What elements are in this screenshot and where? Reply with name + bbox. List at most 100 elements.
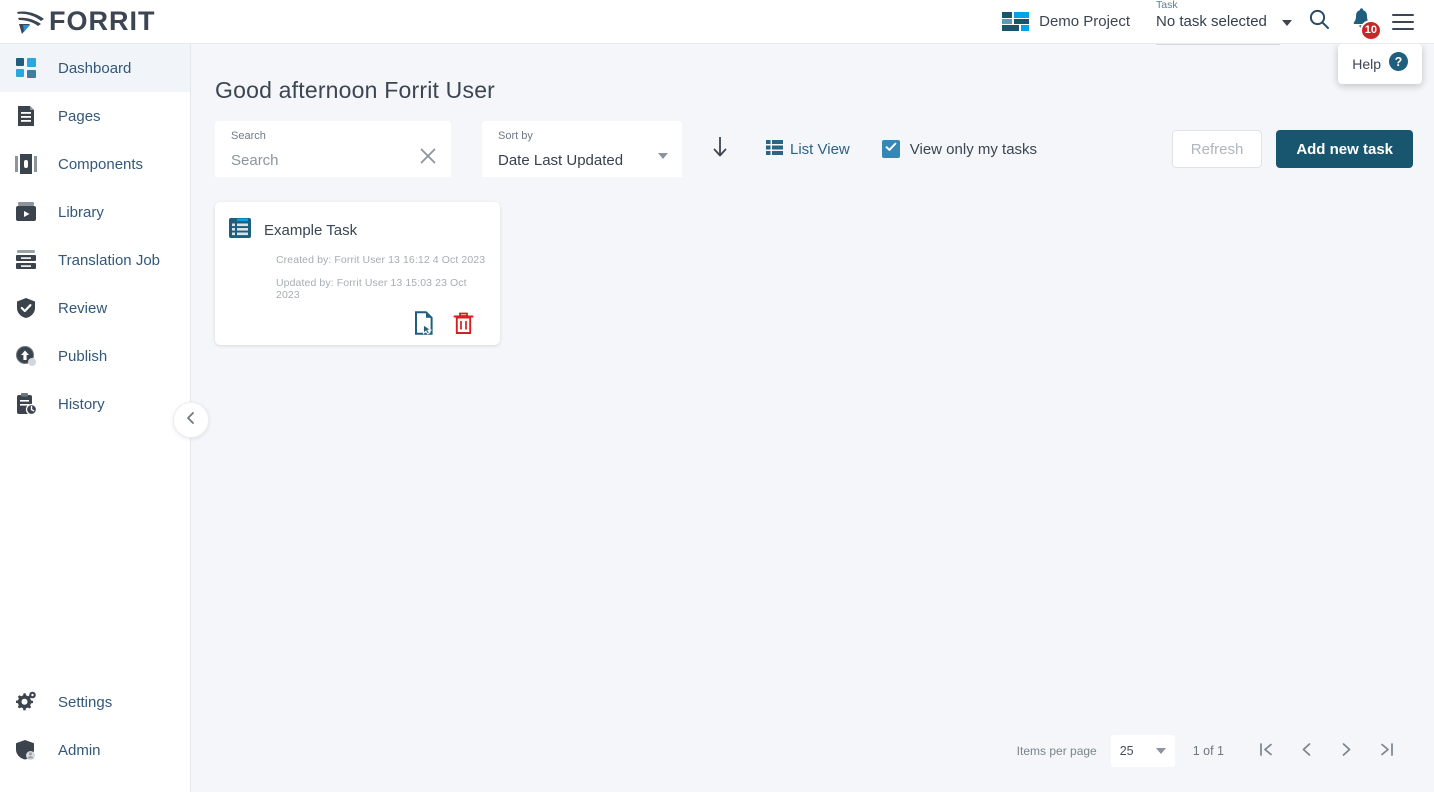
checkbox-box <box>882 140 900 158</box>
sidebar-item-translation-job[interactable]: Translation Job <box>0 236 190 284</box>
arrow-down-icon <box>710 134 730 165</box>
task-card-header: Example Task <box>229 218 486 243</box>
list-view-label: List View <box>790 141 850 158</box>
view-only-my-tasks-checkbox[interactable]: View only my tasks <box>882 140 1037 158</box>
sidebar-item-label: Dashboard <box>58 60 131 77</box>
sidebar-item-label: Publish <box>58 348 107 365</box>
brand-logo[interactable]: FORRIT <box>0 7 191 37</box>
sidebar-item-label: History <box>58 396 105 413</box>
page-range-label: 1 of 1 <box>1193 744 1224 758</box>
task-created-meta: Created by: Forrit User 13 16:12 4 Oct 2… <box>229 254 486 266</box>
task-selector-value: No task selected <box>1156 13 1267 30</box>
sidebar-item-admin[interactable]: Admin <box>0 726 190 774</box>
sidebar-item-settings[interactable]: Settings <box>0 678 190 726</box>
toolbar-right-actions: Refresh Add new task <box>1172 130 1434 168</box>
task-list-icon <box>229 218 251 243</box>
top-navigation-bar: FORRIT Demo Project Task <box>0 0 1434 44</box>
next-page-icon <box>1338 741 1355 761</box>
page-title: Good afternoon Forrit User <box>191 44 1434 104</box>
task-selector-underline <box>1156 44 1280 45</box>
chevron-down-icon <box>1156 748 1166 754</box>
project-grid-icon <box>1002 12 1029 31</box>
page-document-icon <box>14 104 38 128</box>
last-page-icon <box>1378 741 1395 761</box>
main-menu-button[interactable] <box>1386 5 1420 39</box>
main-content: Good afternoon Forrit User Search Search… <box>191 44 1434 792</box>
file-select-icon[interactable] <box>414 311 435 335</box>
last-page-button[interactable] <box>1366 734 1406 768</box>
notifications-button[interactable]: 10 <box>1344 5 1378 39</box>
svg-text:?: ? <box>1395 55 1403 69</box>
first-page-icon <box>1258 741 1275 761</box>
items-per-page-label: Items per page <box>1017 744 1097 758</box>
app-root: FORRIT Demo Project Task <box>0 0 1434 792</box>
sidebar-collapse-button[interactable] <box>173 402 209 438</box>
help-label: Help <box>1352 56 1381 72</box>
hamburger-menu-icon <box>1392 14 1414 30</box>
sidebar-item-label: Review <box>58 300 107 317</box>
sidebar-item-components[interactable]: Components <box>0 140 190 188</box>
chevron-down-icon <box>658 153 668 159</box>
list-view-toggle[interactable]: List View <box>766 140 850 159</box>
project-selector[interactable]: Demo Project <box>1002 12 1130 31</box>
pagination-controls: Items per page 25 1 of 1 <box>1017 734 1406 768</box>
checkbox-label: View only my tasks <box>910 141 1037 158</box>
next-page-button[interactable] <box>1326 734 1366 768</box>
project-name: Demo Project <box>1039 13 1130 30</box>
sidebar-item-review[interactable]: Review <box>0 284 190 332</box>
sidebar-item-label: Admin <box>58 742 101 759</box>
question-mark-icon: ? <box>1389 52 1408 76</box>
sidebar-item-label: Pages <box>58 108 101 125</box>
sidebar-item-label: Translation Job <box>58 252 160 269</box>
forrit-logo-icon <box>14 7 48 37</box>
brand-name: FORRIT <box>49 8 156 35</box>
translation-job-icon <box>14 248 38 272</box>
sidebar-bottom-nav: Settings Admin <box>0 678 190 792</box>
sort-by-value: Date Last Updated <box>498 152 623 169</box>
sidebar-item-label: Components <box>58 156 143 173</box>
search-button[interactable] <box>1302 5 1336 39</box>
search-input[interactable]: Search Search <box>215 121 451 177</box>
sidebar-item-label: Library <box>58 204 104 221</box>
first-page-button[interactable] <box>1246 734 1286 768</box>
sidebar-item-dashboard[interactable]: Dashboard <box>0 44 190 92</box>
sort-by-select[interactable]: Sort by Date Last Updated <box>482 121 682 177</box>
library-media-icon <box>14 200 38 224</box>
sort-by-label: Sort by <box>498 130 533 142</box>
prev-page-icon <box>1298 741 1315 761</box>
dashboard-toolbar: Search Search Sort by Date Last Updated <box>191 104 1434 176</box>
sidebar-item-history[interactable]: History <box>0 380 190 428</box>
checkmark-icon <box>885 140 897 158</box>
search-icon <box>1308 8 1330 35</box>
task-updated-meta: Updated by: Forrit User 13 15:03 23 Oct … <box>229 277 486 301</box>
trash-icon[interactable] <box>453 312 474 335</box>
history-clipboard-clock-icon <box>14 392 38 416</box>
refresh-button[interactable]: Refresh <box>1172 130 1263 168</box>
sidebar-item-pages[interactable]: Pages <box>0 92 190 140</box>
admin-shield-user-icon <box>14 738 38 762</box>
list-view-icon <box>766 140 783 159</box>
add-new-task-button[interactable]: Add new task <box>1276 130 1413 168</box>
task-card-list: Example Task Created by: Forrit User 13 … <box>191 176 1434 345</box>
search-input-placeholder: Search <box>231 152 279 169</box>
task-title: Example Task <box>264 222 357 239</box>
components-icon <box>14 152 38 176</box>
topbar-actions: Demo Project Task No task selected <box>1002 0 1434 44</box>
sidebar-item-label: Settings <box>58 694 112 711</box>
items-per-page-select[interactable]: 25 <box>1111 735 1175 767</box>
prev-page-button[interactable] <box>1286 734 1326 768</box>
sidebar: Dashboard Pages <box>0 44 191 792</box>
task-selector[interactable]: Task No task selected <box>1156 13 1276 31</box>
close-x-icon[interactable] <box>419 147 437 165</box>
task-card[interactable]: Example Task Created by: Forrit User 13 … <box>215 202 500 345</box>
publish-upload-icon <box>14 344 38 368</box>
shield-check-icon <box>14 296 38 320</box>
sort-direction-button[interactable] <box>710 134 730 165</box>
task-card-actions <box>229 311 486 335</box>
task-selector-label: Task <box>1156 0 1178 11</box>
help-popover[interactable]: Help ? <box>1338 44 1422 84</box>
sidebar-item-library[interactable]: Library <box>0 188 190 236</box>
gear-icon <box>14 690 38 714</box>
search-input-label: Search <box>231 130 266 142</box>
sidebar-item-publish[interactable]: Publish <box>0 332 190 380</box>
